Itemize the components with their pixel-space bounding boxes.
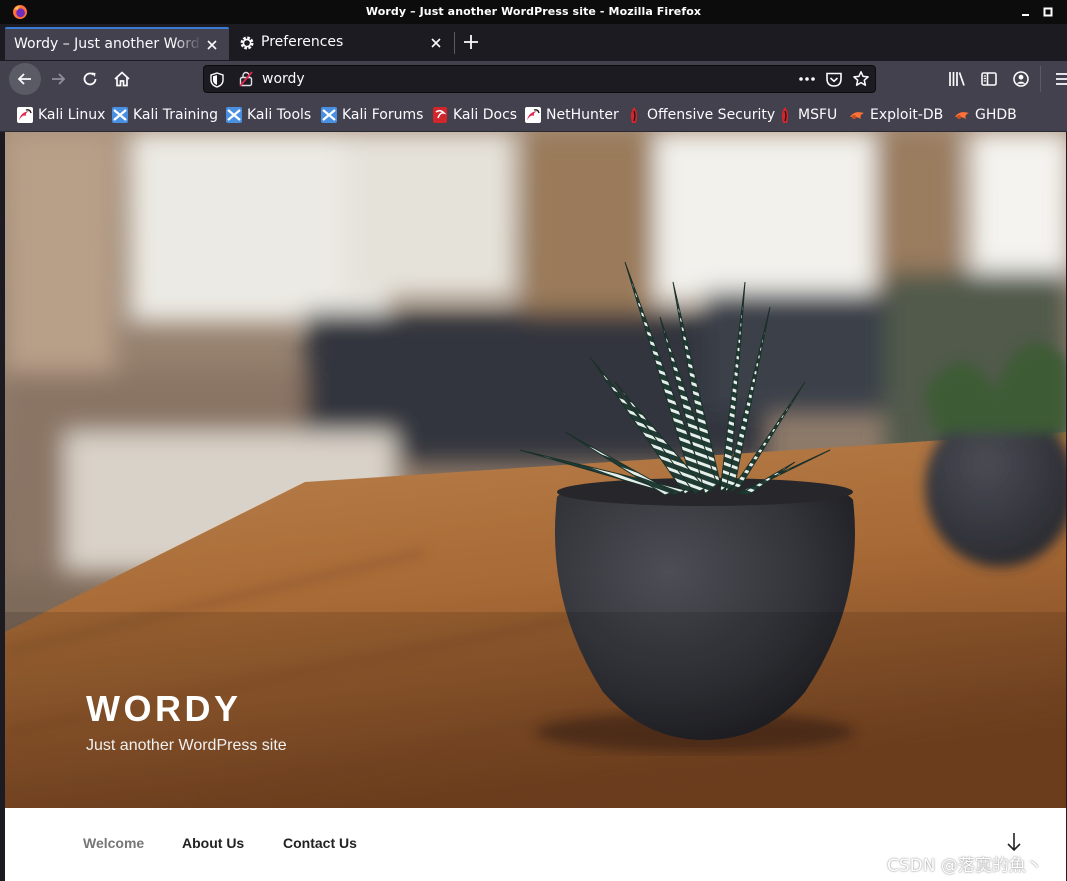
reload-button[interactable] — [74, 63, 106, 95]
home-icon — [114, 71, 130, 87]
bookmark-label: GHDB — [975, 107, 1017, 123]
offsec-icon — [630, 107, 638, 123]
minimize-icon[interactable] — [1018, 4, 1034, 20]
nav-link-about-us[interactable]: About Us — [182, 835, 244, 851]
tab-label: Preferences — [261, 34, 344, 50]
tab-separator — [454, 32, 455, 54]
bookmark-star-icon[interactable] — [852, 70, 870, 88]
window-titlebar: Wordy – Just another WordPress site - Mo… — [0, 0, 1067, 24]
gear-icon — [240, 36, 254, 50]
bookmark-kali-forums[interactable]: Kali Forums — [321, 105, 423, 125]
bookmark-label: Kali Linux — [38, 107, 106, 123]
sidebar-icon[interactable] — [980, 70, 998, 88]
nethunter-icon — [525, 107, 541, 123]
bookmarks-toolbar: Kali Linux Kali Training Kali Tools Kali… — [0, 98, 1067, 132]
pocket-icon[interactable] — [825, 71, 843, 88]
arrow-left-icon — [17, 73, 31, 85]
new-tab-icon[interactable] — [462, 33, 480, 51]
reload-icon — [83, 72, 97, 86]
tab-strip: Wordy – Just another WordPress site Pref… — [0, 24, 1067, 61]
url-input[interactable] — [262, 70, 782, 88]
close-icon[interactable] — [430, 37, 442, 49]
bookmark-label: Kali Docs — [453, 107, 518, 123]
hamburger-menu-icon[interactable] — [1054, 70, 1067, 88]
site-title[interactable]: WORDY — [86, 688, 242, 730]
nav-link-welcome[interactable]: Welcome — [83, 835, 144, 851]
home-button[interactable] — [106, 63, 138, 95]
bookmark-label: Kali Tools — [247, 107, 312, 123]
page-actions-icon[interactable] — [797, 72, 817, 86]
kali-dragon-icon — [17, 107, 33, 123]
maximize-icon[interactable] — [1040, 4, 1056, 20]
forward-button[interactable] — [42, 63, 74, 95]
account-icon[interactable] — [1012, 70, 1030, 88]
bookmark-msfu[interactable]: MSFU — [777, 105, 837, 125]
bookmark-nethunter[interactable]: NetHunter — [525, 105, 619, 125]
bookmark-kali-docs[interactable]: Kali Docs — [432, 105, 517, 125]
arrow-down-icon[interactable] — [1006, 832, 1022, 852]
msfu-icon — [781, 107, 789, 123]
tracking-shield-icon[interactable] — [210, 72, 224, 88]
bookmark-kali-tools[interactable]: Kali Tools — [226, 105, 311, 125]
watermark: CSDN @落寞的魚丶 — [887, 856, 1043, 876]
insecure-connection-icon[interactable] — [238, 71, 254, 87]
tab-label: Wordy – Just another WordPress site — [14, 36, 202, 52]
nav-link-contact-us[interactable]: Contact Us — [283, 835, 357, 851]
kali-training-icon — [112, 107, 128, 123]
page-content: WORDY Just another WordPress site Welcom… — [5, 132, 1067, 881]
bookmark-label: Kali Training — [133, 107, 218, 123]
bookmark-label: Offensive Security — [647, 107, 776, 123]
bookmark-ghdb[interactable]: GHDB — [954, 105, 1017, 125]
kali-docs-icon — [433, 107, 447, 123]
window-title: Wordy – Just another WordPress site - Mo… — [365, 5, 702, 18]
bookmark-exploit-db[interactable]: Exploit-DB — [849, 105, 943, 125]
url-bar[interactable] — [203, 65, 876, 93]
close-icon[interactable] — [206, 39, 218, 51]
kali-forums-icon — [321, 107, 337, 123]
exploit-db-icon — [850, 112, 864, 119]
toolbar-separator — [1040, 66, 1041, 92]
arrow-right-icon — [52, 73, 66, 85]
bookmark-label: Kali Forums — [342, 107, 424, 123]
ghdb-icon — [955, 112, 969, 119]
library-icon[interactable] — [948, 70, 966, 88]
bookmark-kali-training[interactable]: Kali Training — [112, 105, 218, 125]
back-button[interactable] — [9, 63, 41, 95]
bookmark-kali-linux[interactable]: Kali Linux — [17, 105, 105, 125]
site-description: Just another WordPress site — [86, 737, 287, 754]
tab-preferences[interactable]: Preferences — [229, 27, 451, 60]
bookmark-label: Exploit-DB — [870, 107, 944, 123]
bookmark-label: MSFU — [798, 107, 838, 123]
bookmark-offensive-security[interactable]: Offensive Security — [626, 105, 775, 125]
bookmark-label: NetHunter — [546, 107, 619, 123]
kali-tools-icon — [226, 107, 242, 123]
tab-wordy[interactable]: Wordy – Just another WordPress site — [5, 27, 229, 60]
